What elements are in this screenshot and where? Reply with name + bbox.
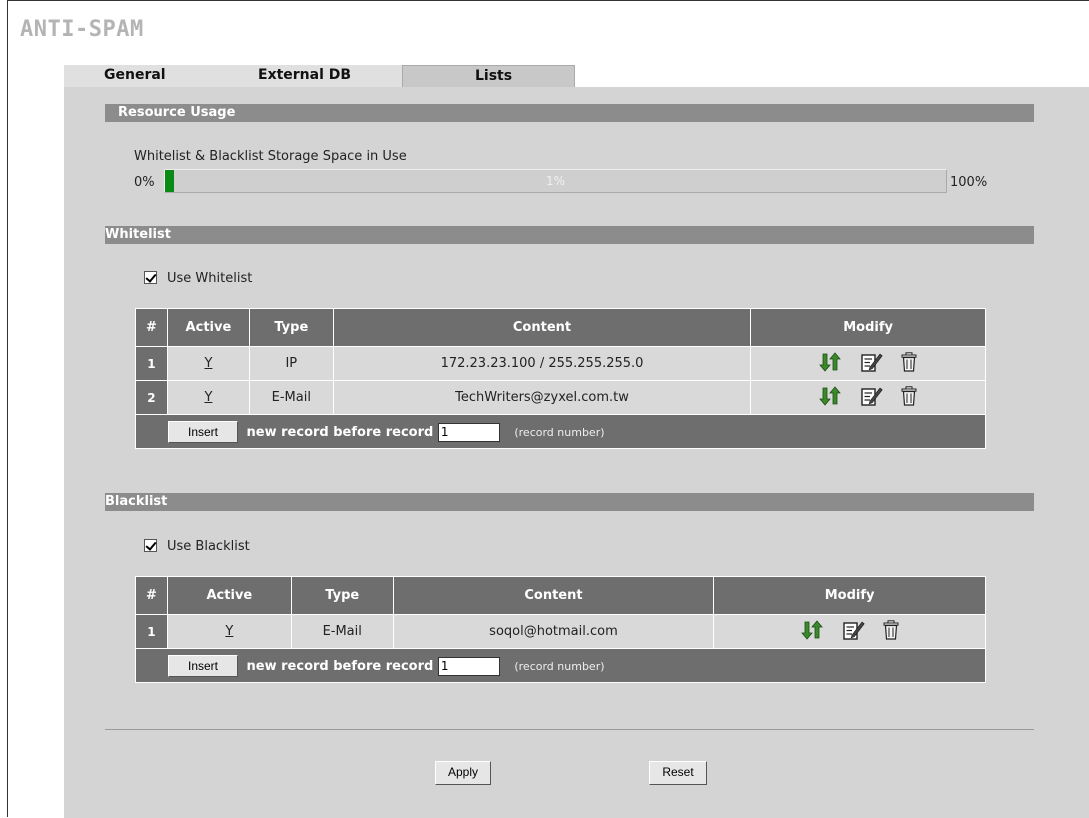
modify-cell — [713, 614, 986, 649]
trash-icon[interactable] — [883, 619, 899, 644]
content-cell: soqol@hotmail.com — [392, 614, 715, 649]
apply-button[interactable]: Apply — [435, 761, 491, 785]
insert-text: new record before record — [246, 424, 434, 440]
usage-min-label: 0% — [134, 175, 155, 190]
row-number: 2 — [135, 380, 168, 415]
col-header-active: Active — [166, 576, 292, 615]
trash-icon[interactable] — [901, 351, 917, 376]
lists-panel: Resource Usage Whitelist & Blacklist Sto… — [64, 87, 1089, 818]
reset-button[interactable]: Reset — [649, 761, 707, 785]
active-cell: Y — [166, 346, 250, 381]
col-header-type: Type — [290, 576, 394, 615]
record-number-hint: (record number) — [514, 425, 605, 439]
active-toggle-link[interactable]: Y — [204, 356, 212, 371]
use-blacklist-label: Use Blacklist — [167, 539, 250, 554]
type-cell: E-Mail — [248, 380, 334, 415]
edit-icon[interactable] — [861, 386, 883, 410]
insert-row-cell: Insert new record before record 1 (recor… — [135, 648, 986, 683]
insert-text: new record before record — [246, 658, 434, 674]
use-whitelist-label: Use Whitelist — [167, 271, 253, 286]
record-number-hint: (record number) — [514, 659, 605, 673]
insert-row-cell: Insert new record before record 1 (recor… — [135, 414, 986, 449]
whitelist-heading: Whitelist — [105, 226, 1034, 244]
active-cell: Y — [166, 614, 292, 649]
blacklist-heading: Blacklist — [105, 493, 1034, 511]
content-cell: TechWriters@zyxel.com.tw — [332, 380, 752, 415]
tab-general[interactable]: General — [64, 65, 224, 87]
insert-row: Insert new record before record 1 (recor… — [135, 648, 986, 683]
type-cell: E-Mail — [290, 614, 394, 649]
page-title: ANTI-SPAM — [20, 17, 144, 42]
resource-usage-heading: Resource Usage — [105, 104, 1034, 122]
edit-icon[interactable] — [861, 352, 883, 376]
use-whitelist-row: Use Whitelist — [144, 271, 252, 286]
tab-external-db[interactable]: External DB — [224, 65, 402, 87]
row-number: 1 — [135, 346, 168, 381]
row-number: 1 — [135, 614, 168, 649]
use-blacklist-checkbox[interactable] — [144, 539, 157, 552]
insert-button[interactable]: Insert — [168, 654, 238, 677]
storage-space-label: Whitelist & Blacklist Storage Space in U… — [134, 149, 407, 164]
table-row: 2 Y E-Mail TechWriters@zyxel.com.tw — [135, 380, 986, 415]
col-header-modify: Modify — [750, 308, 986, 347]
use-blacklist-row: Use Blacklist — [144, 539, 250, 554]
insert-row: Insert new record before record 1 (recor… — [135, 414, 986, 449]
table-row: 1 Y IP 172.23.23.100 / 255.255.255.0 — [135, 346, 986, 381]
storage-usage-bar: 1% — [164, 169, 947, 193]
insert-button[interactable]: Insert — [168, 420, 238, 443]
record-number-input[interactable]: 1 — [437, 656, 500, 676]
table-header-row: # Active Type Content Modify — [135, 576, 986, 615]
active-toggle-link[interactable]: Y — [225, 624, 233, 639]
active-toggle-link[interactable]: Y — [204, 390, 212, 405]
modify-cell — [750, 346, 986, 381]
move-arrows-icon[interactable] — [800, 619, 825, 644]
usage-max-label: 100% — [950, 175, 988, 190]
col-header-number: # — [135, 576, 168, 615]
record-number-input[interactable]: 1 — [437, 422, 500, 442]
modify-cell — [750, 380, 986, 415]
divider — [105, 729, 1034, 730]
active-cell: Y — [166, 380, 250, 415]
main-frame: ANTI-SPAM General External DB Lists Reso… — [7, 0, 1089, 818]
blacklist-table: # Active Type Content Modify 1 Y E-Mail … — [135, 576, 986, 683]
col-header-content: Content — [392, 576, 715, 615]
tab-lists[interactable]: Lists — [402, 65, 575, 87]
table-row: 1 Y E-Mail soqol@hotmail.com — [135, 614, 986, 649]
col-header-number: # — [135, 308, 168, 347]
col-header-active: Active — [166, 308, 250, 347]
table-header-row: # Active Type Content Modify — [135, 308, 986, 347]
move-arrows-icon[interactable] — [819, 351, 843, 376]
col-header-content: Content — [332, 308, 752, 347]
col-header-modify: Modify — [713, 576, 986, 615]
whitelist-table: # Active Type Content Modify 1 Y IP 172.… — [135, 308, 986, 449]
move-arrows-icon[interactable] — [819, 385, 843, 410]
storage-usage-text: 1% — [545, 174, 566, 188]
trash-icon[interactable] — [901, 385, 917, 410]
edit-icon[interactable] — [842, 620, 865, 644]
col-header-type: Type — [248, 308, 334, 347]
content-cell: 172.23.23.100 / 255.255.255.0 — [332, 346, 752, 381]
type-cell: IP — [248, 346, 334, 381]
use-whitelist-checkbox[interactable] — [144, 271, 157, 284]
